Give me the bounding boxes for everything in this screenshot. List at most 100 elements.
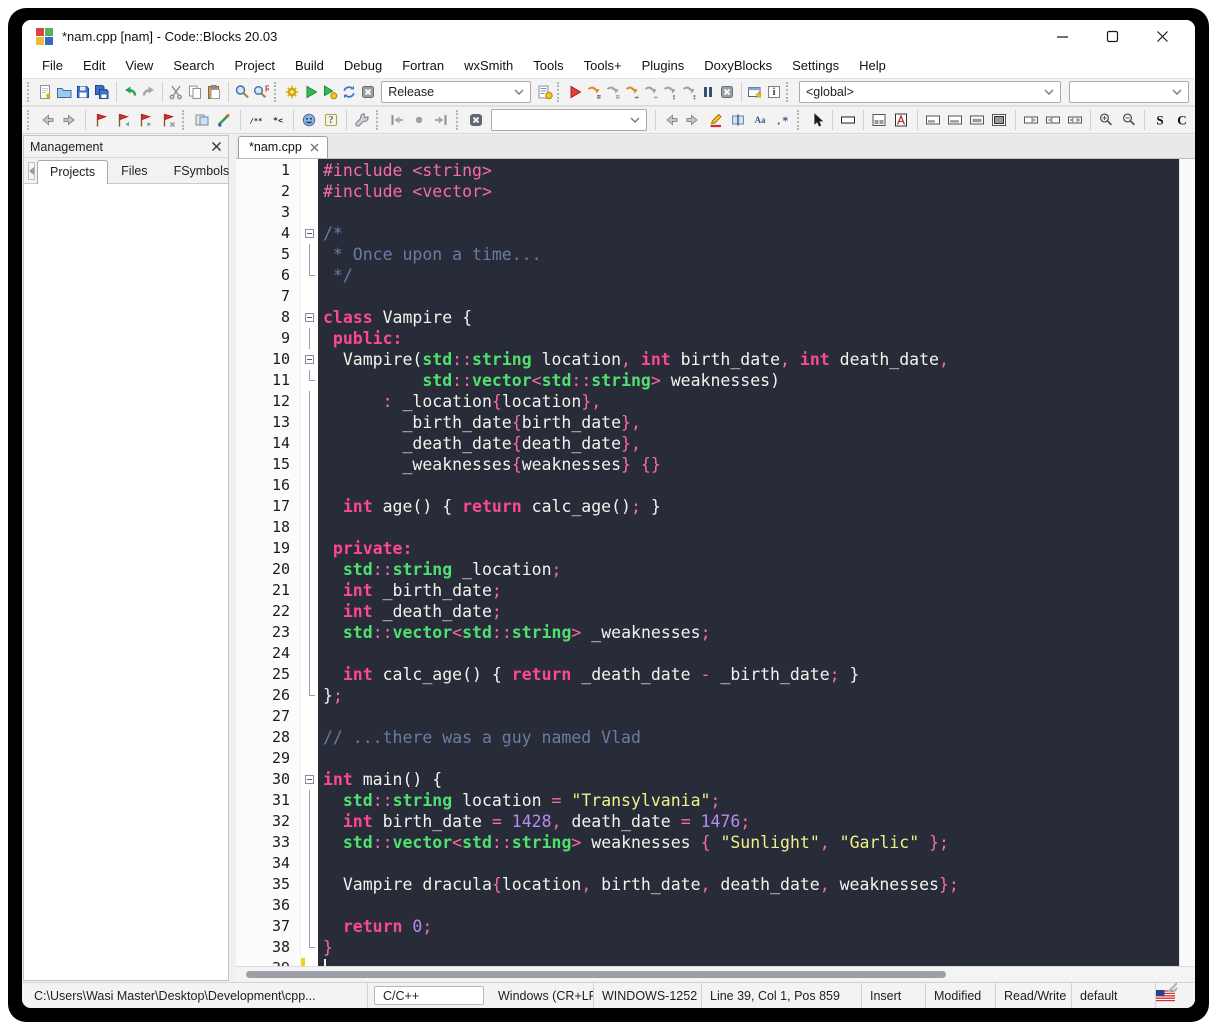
block-comment-button[interactable]: /**: [245, 108, 265, 132]
wx-panel-full-button[interactable]: [989, 108, 1009, 132]
tab-files[interactable]: Files: [108, 159, 160, 183]
toolbar-grip[interactable]: [557, 82, 563, 102]
scope-combo[interactable]: <global>: [799, 81, 1061, 103]
build-button[interactable]: [283, 80, 300, 104]
menu-settings[interactable]: Settings: [782, 55, 849, 76]
symbol-combo[interactable]: [1069, 81, 1189, 103]
new-file-button[interactable]: [37, 80, 54, 104]
wx-panel-center-button[interactable]: [967, 108, 987, 132]
hex-search-button[interactable]: S: [1150, 108, 1170, 132]
search-combo[interactable]: [491, 109, 647, 131]
use-regex-button[interactable]: .*: [772, 108, 792, 132]
doxy-config-button[interactable]: [352, 108, 372, 132]
menu-doxyblocks[interactable]: DoxyBlocks: [694, 55, 782, 76]
toolbar-grip[interactable]: [456, 110, 462, 130]
build-and-run-button[interactable]: [321, 80, 338, 104]
fold-toggle-icon[interactable]: [305, 355, 314, 364]
wx-frame-both-button[interactable]: [1065, 108, 1085, 132]
rebuild-button[interactable]: [340, 80, 357, 104]
menu-edit[interactable]: Edit: [73, 55, 115, 76]
wx-item-button[interactable]: [838, 108, 858, 132]
replace-button[interactable]: R: [253, 80, 270, 104]
fold-toggle-icon[interactable]: [305, 775, 314, 784]
toolbar-grip[interactable]: [182, 110, 188, 130]
code-editor[interactable]: 1234567891011121314151617181920212223242…: [236, 159, 1195, 966]
toolbar-grip[interactable]: [27, 82, 33, 102]
break-debugger-button[interactable]: [700, 80, 717, 104]
copy-button[interactable]: [187, 80, 204, 104]
selected-text-button[interactable]: [728, 108, 748, 132]
build-target-combo[interactable]: Release: [381, 81, 531, 103]
menu-search[interactable]: Search: [163, 55, 224, 76]
cut-button[interactable]: [168, 80, 185, 104]
toolbar-grip[interactable]: [786, 82, 792, 102]
zoom-in-button[interactable]: [1096, 108, 1116, 132]
doxy-wizard-button[interactable]: [214, 108, 234, 132]
horizontal-scrollbar[interactable]: [236, 966, 1195, 981]
clear-bookmarks-button[interactable]: [157, 108, 177, 132]
zoom-out-button[interactable]: [1118, 108, 1138, 132]
debug-info-button[interactable]: i: [765, 80, 782, 104]
doxy-extract-button[interactable]: [192, 108, 212, 132]
paste-button[interactable]: [206, 80, 223, 104]
toolbar-grip[interactable]: [274, 82, 280, 102]
horizontal-scrollbar-thumb[interactable]: [246, 971, 946, 978]
step-into-button[interactable]: [624, 80, 641, 104]
target-options-button[interactable]: [536, 80, 553, 104]
undo-button[interactable]: [121, 80, 138, 104]
wx-frame-right-button[interactable]: [1020, 108, 1040, 132]
toolbar-grip[interactable]: [376, 110, 382, 130]
doxy-chm-button[interactable]: [299, 108, 319, 132]
fold-toggle-icon[interactable]: [305, 229, 314, 238]
save-all-button[interactable]: [94, 80, 111, 104]
menu-tools[interactable]: Tools+: [574, 55, 632, 76]
menu-file[interactable]: File: [32, 55, 73, 76]
find-button[interactable]: [234, 80, 251, 104]
minimize-button[interactable]: [1051, 25, 1073, 47]
vertical-scrollbar[interactable]: [1179, 159, 1195, 966]
stop-debugger-button[interactable]: [719, 80, 736, 104]
wx-sizer-button[interactable]: [891, 108, 911, 132]
toolbar-grip[interactable]: [27, 110, 33, 130]
wx-pointer-button[interactable]: [807, 108, 827, 132]
wx-panel-left-button[interactable]: [945, 108, 965, 132]
hex-cmp-button[interactable]: C: [1172, 108, 1192, 132]
menu-help[interactable]: Help: [849, 55, 896, 76]
close-button[interactable]: [1151, 25, 1173, 47]
fold-toggle-icon[interactable]: [305, 313, 314, 322]
next-instruction-button[interactable]: [662, 80, 679, 104]
editor-tab-nam-cpp[interactable]: *nam.cpp: [238, 136, 328, 158]
next-line-button[interactable]: [605, 80, 622, 104]
panel-splitter[interactable]: [229, 134, 236, 982]
wx-window-button[interactable]: [869, 108, 889, 132]
tab-close-icon[interactable]: [310, 143, 319, 152]
next-bookmark-button[interactable]: [135, 108, 155, 132]
debug-continue-button[interactable]: [567, 80, 584, 104]
previous-bookmark-button[interactable]: [113, 108, 133, 132]
menu-debug[interactable]: Debug: [334, 55, 392, 76]
debugging-windows-button[interactable]: [746, 80, 763, 104]
toggle-bookmark-button[interactable]: [91, 108, 111, 132]
nav-back-button[interactable]: [37, 108, 57, 132]
wx-frame-left-button[interactable]: [1043, 108, 1063, 132]
abort-build-button[interactable]: [359, 80, 376, 104]
wx-panel-bottom-button[interactable]: [922, 108, 942, 132]
tab-projects[interactable]: Projects: [37, 160, 108, 184]
menu-project[interactable]: Project: [225, 55, 285, 76]
highlight-button[interactable]: [705, 108, 725, 132]
jump-point-button[interactable]: [409, 108, 429, 132]
doxy-html-button[interactable]: ?: [321, 108, 341, 132]
project-tree-area[interactable]: [24, 184, 228, 980]
step-out-button[interactable]: [643, 80, 660, 104]
run-button[interactable]: [302, 80, 319, 104]
find-prev-button[interactable]: [661, 108, 681, 132]
title-bar[interactable]: *nam.cpp [nam] - Code::Blocks 20.03: [22, 20, 1195, 52]
menu-plugins[interactable]: Plugins: [632, 55, 695, 76]
jump-back-button[interactable]: [387, 108, 407, 132]
clear-search-button[interactable]: [466, 108, 486, 132]
find-next-button[interactable]: [683, 108, 703, 132]
maximize-button[interactable]: [1101, 25, 1123, 47]
run-to-cursor-button[interactable]: [586, 80, 603, 104]
nav-forward-button[interactable]: [60, 108, 80, 132]
menu-fortran[interactable]: Fortran: [392, 55, 454, 76]
